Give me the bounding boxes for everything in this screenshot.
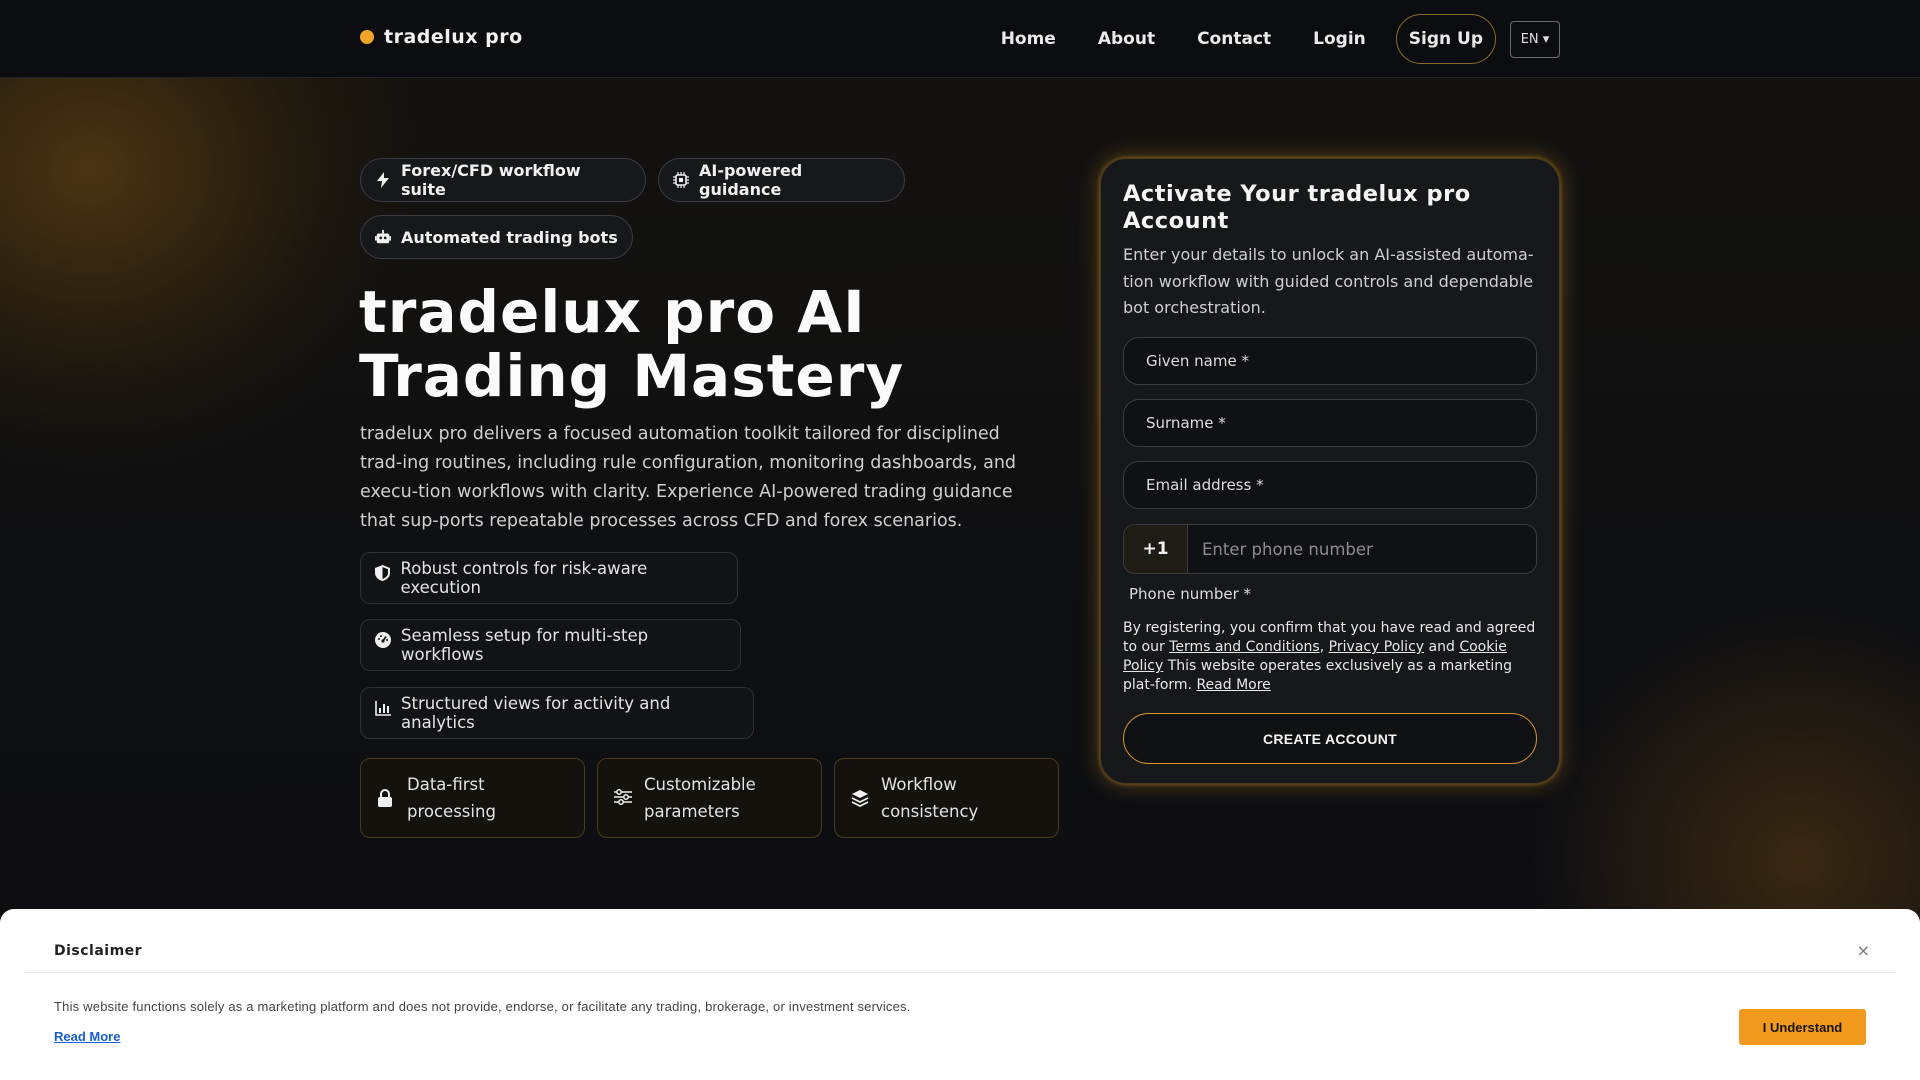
card-label: Data-first processing bbox=[407, 775, 496, 821]
nav-about-link[interactable]: About bbox=[1098, 29, 1155, 49]
surname-field[interactable]: Surname * bbox=[1123, 399, 1537, 447]
phone-field: +1 Enter phone number bbox=[1123, 524, 1537, 574]
feature-setup-workflows: Seamless setup for multi-step workflows bbox=[360, 619, 741, 671]
card-data-first: Data-first processing bbox=[360, 758, 585, 838]
site-header: tradelux pro Home About Contact Login Si… bbox=[0, 0, 1920, 78]
legal-notice: By registering, you confirm that you hav… bbox=[1123, 620, 1536, 693]
shield-icon bbox=[375, 565, 391, 581]
disclaimer-text: This website functions solely as a marke… bbox=[54, 999, 911, 1014]
card-label: Customizable parameters bbox=[644, 775, 756, 821]
form-subtitle: Enter your details to unlock an AI-assis… bbox=[1123, 245, 1534, 317]
brand-logo[interactable]: tradelux pro bbox=[360, 26, 523, 48]
understand-button[interactable]: I Understand bbox=[1739, 1009, 1866, 1045]
nav-home-link[interactable]: Home bbox=[1001, 29, 1056, 49]
bar-chart-icon bbox=[375, 700, 391, 716]
chip-workflow-suite: Forex/CFD workflow suite bbox=[360, 158, 646, 202]
chip-trading-bots: Automated trading bots bbox=[360, 215, 633, 259]
feature-label: Seamless setup for multi-step workflows bbox=[401, 626, 649, 664]
card-customizable: Customizable parameters bbox=[597, 758, 822, 838]
chip-label: Forex/CFD workflow suite bbox=[401, 161, 581, 199]
feature-structured-views: Structured views for activity and analyt… bbox=[360, 687, 754, 739]
country-code-selector[interactable]: +1 bbox=[1124, 525, 1188, 573]
privacy-link[interactable]: Privacy Policy bbox=[1329, 639, 1424, 655]
card-label: Workflow consistency bbox=[881, 775, 979, 821]
given-name-field[interactable]: Given name * bbox=[1123, 337, 1537, 385]
sliders-icon bbox=[614, 789, 632, 807]
logo-dot-icon bbox=[360, 30, 374, 44]
disclaimer-banner: Disclaimer × This website functions sole… bbox=[0, 909, 1920, 1080]
legal-and: and bbox=[1428, 639, 1455, 655]
close-icon[interactable]: × bbox=[1857, 941, 1870, 960]
nav-login-link[interactable]: Login bbox=[1313, 29, 1366, 49]
registration-form: Activate Your tradelux pro Account Enter… bbox=[1100, 158, 1560, 784]
robot-icon bbox=[375, 229, 391, 245]
layers-icon bbox=[851, 789, 869, 807]
feature-label: Robust controls for risk-aware execution bbox=[400, 559, 648, 597]
create-account-button[interactable]: CREATE ACCOUNT bbox=[1123, 713, 1537, 764]
disclaimer-read-more-link[interactable]: Read More bbox=[54, 1029, 120, 1044]
main-nav: Home About Contact Login Sign Up EN ▾ bbox=[959, 14, 1560, 64]
hero-title: tradelux pro AI Trading Mastery bbox=[359, 280, 1059, 408]
disclaimer-title: Disclaimer bbox=[54, 943, 143, 959]
chip-icon bbox=[673, 172, 689, 188]
feature-risk-controls: Robust controls for risk-aware execution bbox=[360, 552, 738, 604]
chip-label: Automated trading bots bbox=[401, 227, 618, 247]
lock-icon bbox=[377, 789, 395, 807]
card-workflow-consistency: Workflow consistency bbox=[834, 758, 1059, 838]
form-title: Activate Your tradelux pro Account bbox=[1123, 181, 1471, 234]
email-field[interactable]: Email address * bbox=[1123, 461, 1537, 509]
hero-description: tradelux pro delivers a focused automati… bbox=[360, 424, 1017, 531]
chip-ai-guidance: AI-powered guidance bbox=[658, 158, 905, 202]
terms-link[interactable]: Terms and Conditions bbox=[1169, 639, 1320, 655]
bolt-icon bbox=[375, 172, 391, 188]
phone-input[interactable]: Enter phone number bbox=[1188, 525, 1373, 573]
legal-notice-text: This website operates exclusively as a m… bbox=[1123, 658, 1512, 693]
divider bbox=[25, 972, 1895, 973]
nav-contact-link[interactable]: Contact bbox=[1197, 29, 1271, 49]
signup-button[interactable]: Sign Up bbox=[1395, 14, 1496, 64]
brand-name: tradelux pro bbox=[384, 26, 523, 48]
language-selector[interactable]: EN ▾ bbox=[1510, 20, 1560, 58]
feature-label: Structured views for activity and analyt… bbox=[401, 694, 671, 732]
legal-read-more-link[interactable]: Read More bbox=[1196, 677, 1270, 693]
hero-title-line2: Trading Mastery bbox=[359, 342, 905, 410]
phone-label: Phone number * bbox=[1129, 585, 1252, 603]
hero-title-line1: tradelux pro AI bbox=[359, 278, 866, 346]
gauge-icon bbox=[375, 632, 391, 648]
chip-label: AI-powered guidance bbox=[699, 161, 803, 199]
